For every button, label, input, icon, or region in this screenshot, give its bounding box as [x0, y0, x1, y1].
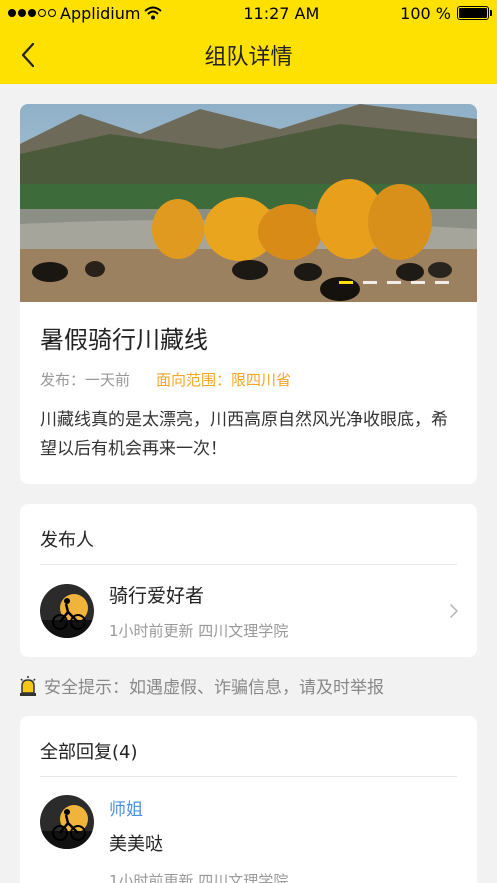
- carousel-dot: [435, 281, 449, 284]
- post-title: 暑假骑行川藏线: [40, 326, 208, 354]
- scope-label: 面向范围：限四川省: [156, 371, 292, 389]
- reply-meta: 1小时前更新 四川文理学院: [109, 872, 289, 883]
- publisher-meta: 1小时前更新 四川文理学院: [109, 622, 289, 640]
- reply-author[interactable]: 师姐: [109, 795, 288, 820]
- battery-label: 100 %: [400, 3, 451, 23]
- replies-card: 全部回复(4) 师姐 美美哒 1小时前更新 四川文理学院: [20, 716, 477, 883]
- nav-bar: 组队详情: [0, 26, 497, 84]
- avatar[interactable]: [40, 584, 94, 638]
- carousel-dot-active: [339, 281, 353, 284]
- publisher-section-head: 发布人: [20, 504, 477, 565]
- banner-image: [20, 104, 477, 302]
- status-right: 100 %: [400, 3, 492, 23]
- page-title: 组队详情: [204, 45, 293, 70]
- banner-carousel[interactable]: [20, 104, 477, 302]
- safety-tip: 安全提示：如遇虚假、诈骗信息，请及时举报: [18, 673, 477, 698]
- publisher-section-title: 发布人: [40, 504, 457, 565]
- back-button[interactable]: [12, 38, 44, 72]
- carousel-dot: [411, 281, 425, 284]
- alarm-icon: [20, 675, 36, 696]
- status-bar: Applidium 11:27 AM 100 %: [0, 0, 497, 26]
- post-meta: 发布：一天前 面向范围：限四川省: [40, 369, 457, 390]
- replies-section-title: 全部回复(4): [40, 716, 457, 777]
- publisher-card: 发布人 骑行爱好者 1小时前更新 四川文理学院: [20, 504, 477, 657]
- status-left: Applidium: [8, 3, 163, 23]
- publisher-name: 骑行爱好者: [109, 585, 205, 607]
- avatar[interactable]: [40, 795, 94, 849]
- post-body: 暑假骑行川藏线 发布：一天前 面向范围：限四川省 川藏线真的是太漂亮，川西高原自…: [20, 302, 477, 484]
- clock-label: 11:27 AM: [243, 3, 320, 23]
- carrier-label: Applidium: [60, 3, 141, 23]
- publish-time: 发布：一天前: [40, 371, 131, 389]
- publisher-info: 骑行爱好者 1小时前更新 四川文理学院: [109, 581, 288, 641]
- chevron-left-icon: [21, 42, 35, 68]
- signal-icon: [8, 9, 56, 17]
- reply-item[interactable]: 师姐 美美哒 1小时前更新 四川文理学院: [20, 777, 477, 883]
- publisher-row[interactable]: 骑行爱好者 1小时前更新 四川文理学院: [20, 565, 477, 657]
- main-content: 暑假骑行川藏线 发布：一天前 面向范围：限四川省 川藏线真的是太漂亮，川西高原自…: [0, 84, 497, 883]
- reply-text: 美美哒: [109, 834, 163, 855]
- replies-section-head: 全部回复(4): [20, 716, 477, 777]
- post-card: 暑假骑行川藏线 发布：一天前 面向范围：限四川省 川藏线真的是太漂亮，川西高原自…: [20, 104, 477, 484]
- chevron-right-icon: [450, 604, 459, 618]
- wifi-icon: [144, 6, 163, 20]
- carousel-dot: [387, 281, 401, 284]
- carousel-dot: [363, 281, 377, 284]
- post-description: 川藏线真的是太漂亮，川西高原自然风光净收眼底，希望以后有机会再来一次！: [40, 410, 448, 459]
- reply-info: 师姐 美美哒 1小时前更新 四川文理学院: [109, 795, 288, 883]
- safety-text: 安全提示：如遇虚假、诈骗信息，请及时举报: [44, 678, 384, 698]
- battery-icon: [456, 6, 492, 20]
- carousel-indicator: [339, 281, 449, 284]
